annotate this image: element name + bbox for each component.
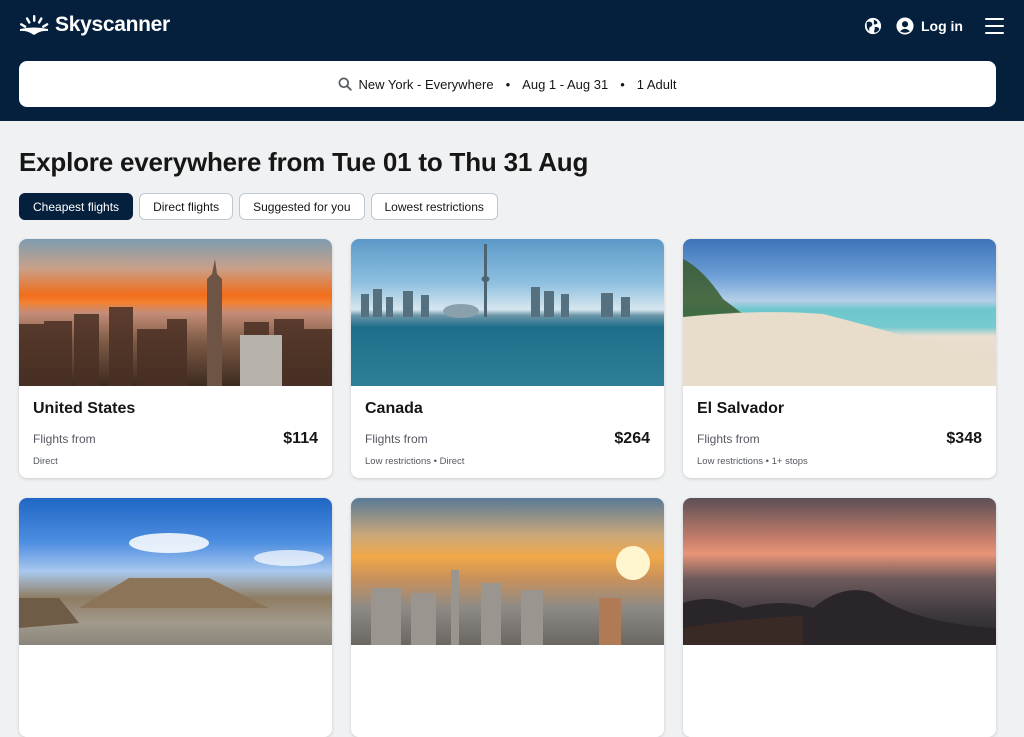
- destination-tags: Low restrictions • 1+ stops: [697, 456, 808, 467]
- destination-image: [351, 239, 664, 386]
- destination-card[interactable]: [19, 498, 332, 737]
- destination-price: $114: [283, 430, 318, 447]
- destination-image: [351, 498, 664, 645]
- user-circle-icon: [896, 17, 914, 35]
- destination-price: $264: [614, 430, 650, 447]
- destination-name: United States: [33, 400, 136, 417]
- chip-direct-flights[interactable]: Direct flights: [139, 193, 234, 220]
- brand-name: Skyscanner: [55, 13, 170, 36]
- sort-filter-chips: Cheapest flights Direct flights Suggeste…: [19, 193, 498, 220]
- search-travellers: 1 Adult: [636, 76, 677, 92]
- destination-image: [19, 498, 332, 645]
- destination-image: [683, 239, 996, 386]
- destination-image: [19, 239, 332, 386]
- destination-tags: Low restrictions • Direct: [365, 456, 465, 467]
- chip-suggested-for-you[interactable]: Suggested for you: [239, 193, 365, 220]
- destination-card-united-states[interactable]: United States Flights from $114 Direct: [19, 239, 332, 478]
- destination-grid: United States Flights from $114 Direct C…: [19, 239, 996, 737]
- destination-card[interactable]: [683, 498, 996, 737]
- page-title: Explore everywhere from Tue 01 to Thu 31…: [19, 147, 589, 177]
- skyscanner-logo[interactable]: Skyscanner: [19, 13, 170, 37]
- destination-price: $348: [946, 430, 982, 447]
- chip-lowest-restrictions[interactable]: Lowest restrictions: [370, 193, 498, 220]
- hamburger-menu-icon[interactable]: [985, 18, 1004, 34]
- destination-card[interactable]: [351, 498, 664, 737]
- destination-tags: Direct: [33, 456, 58, 467]
- skyscanner-sun-logo-icon: [20, 15, 49, 35]
- separator-dot: •: [505, 76, 511, 92]
- separator-dot: •: [620, 76, 625, 92]
- search-summary-bar[interactable]: New York - Everywhere • Aug 1 - Aug 31 •…: [19, 61, 996, 107]
- chip-cheapest-flights[interactable]: Cheapest flights: [19, 193, 134, 220]
- search-dates: Aug 1 - Aug 31: [522, 76, 609, 92]
- search-route: New York - Everywhere: [358, 76, 494, 92]
- top-header: Skyscanner Log in New York - Everywhere …: [0, 0, 1024, 121]
- flights-from-label: Flights from: [697, 432, 760, 446]
- destination-card-canada[interactable]: Canada Flights from $264 Low restriction…: [351, 239, 664, 478]
- search-icon: [339, 77, 353, 91]
- globe-icon[interactable]: [864, 17, 882, 35]
- destination-image: [683, 498, 996, 645]
- flights-from-label: Flights from: [33, 432, 96, 446]
- destination-name: El Salvador: [697, 400, 785, 417]
- login-button[interactable]: Log in: [896, 17, 963, 35]
- login-label: Log in: [921, 18, 963, 34]
- destination-card-el-salvador[interactable]: El Salvador Flights from $348 Low restri…: [683, 239, 996, 478]
- destination-name: Canada: [365, 400, 423, 417]
- flights-from-label: Flights from: [365, 432, 428, 446]
